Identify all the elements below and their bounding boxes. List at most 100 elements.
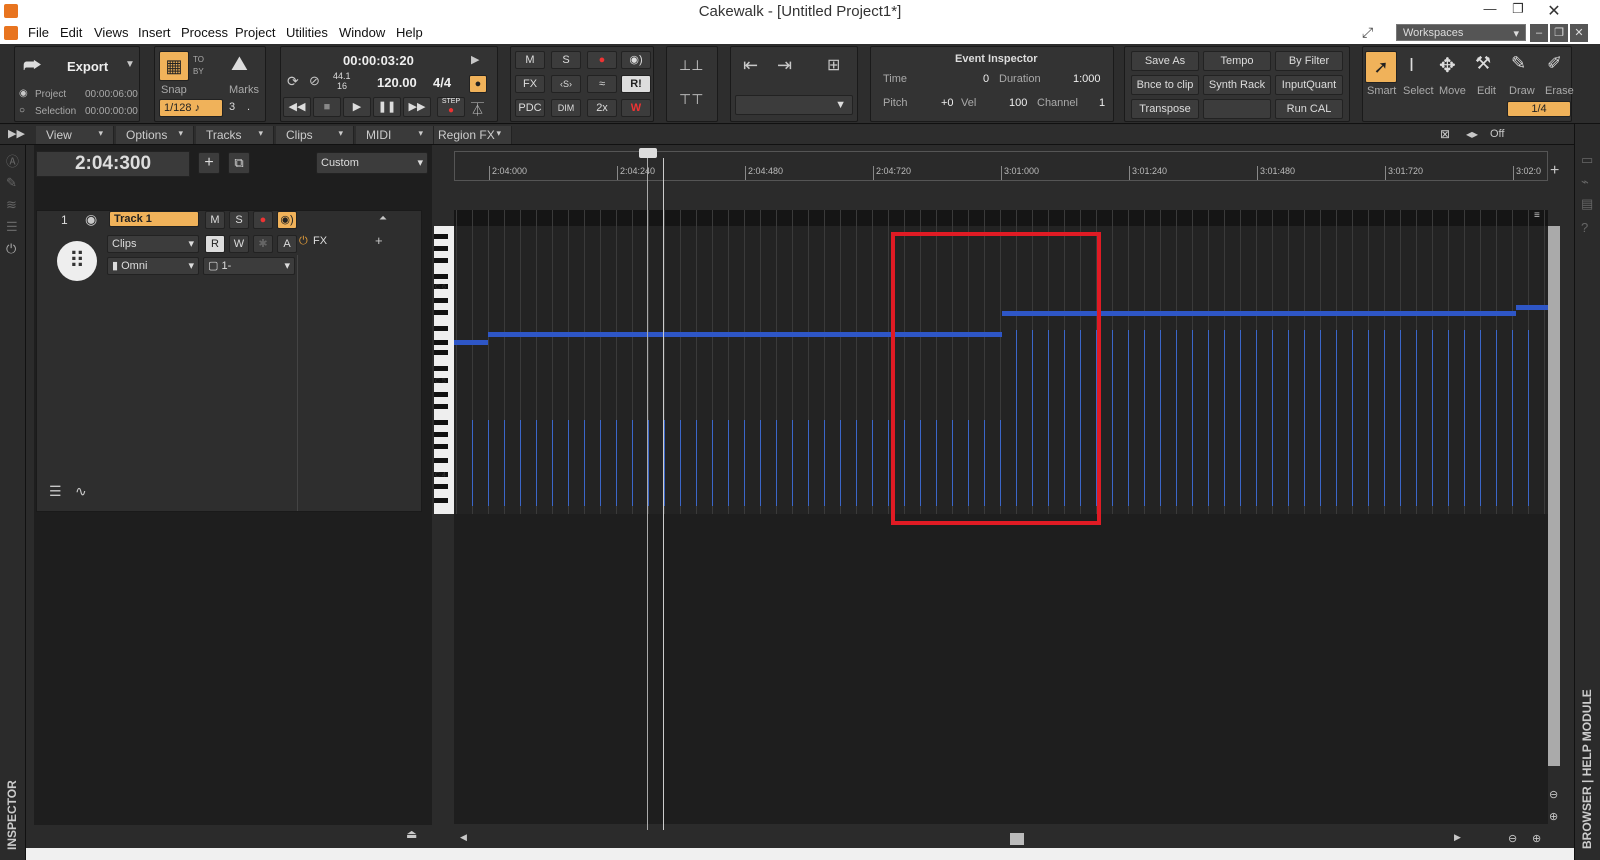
velocity-stem[interactable] (568, 420, 569, 506)
now-time-display[interactable]: 2:04:300 (36, 151, 190, 177)
velocity-stem[interactable] (1224, 330, 1225, 506)
strip-power-icon[interactable]: ⏻ (6, 241, 16, 257)
black-key[interactable] (434, 484, 448, 489)
pdc-button[interactable]: PDC (515, 99, 545, 117)
save-as-button[interactable]: Save As (1131, 51, 1199, 71)
black-key[interactable] (434, 420, 448, 425)
browser-notes-icon[interactable]: ▤ (1581, 196, 1593, 212)
black-key[interactable] (434, 310, 448, 315)
black-key[interactable] (434, 350, 448, 355)
radio-selection[interactable]: ○ (19, 105, 25, 116)
export-button[interactable]: Export (67, 59, 108, 74)
time-value[interactable]: 0 (983, 73, 989, 85)
rewind-button[interactable]: ◀◀ (283, 97, 311, 117)
velocity-stem[interactable] (840, 420, 841, 506)
duration-value[interactable]: 1:000 (1073, 73, 1101, 85)
w-automation-icon[interactable]: W (621, 99, 651, 117)
track-echo-icon[interactable]: ◉) (277, 211, 297, 229)
track-archive-button[interactable]: A (277, 235, 297, 253)
ri-button[interactable]: R! (621, 75, 651, 93)
mute-all-button[interactable]: M (515, 51, 545, 69)
black-key[interactable] (434, 340, 448, 345)
velocity-stem[interactable] (792, 420, 793, 506)
velocity-stem[interactable] (1288, 330, 1289, 506)
draw-tool-icon[interactable]: ✎ (1511, 53, 1526, 74)
velocity-stem[interactable] (760, 420, 761, 506)
velocity-stem[interactable] (824, 420, 825, 506)
velocity-stem[interactable] (600, 420, 601, 506)
envelope-icon[interactable]: ⊠ (1440, 127, 1450, 141)
expand-icon[interactable]: ⤢ (1362, 24, 1373, 41)
dim-button[interactable]: DIM (551, 99, 581, 117)
input-echo-icon[interactable]: ◉) (621, 51, 651, 69)
browser-media-icon[interactable]: ▭ (1581, 152, 1593, 168)
strip-pen-icon[interactable]: ✎ (6, 175, 17, 191)
off-label[interactable]: Off (1490, 128, 1504, 140)
snap-grid-button[interactable]: ▦ (159, 51, 189, 81)
velocity-stem[interactable] (1480, 330, 1481, 506)
pause-button[interactable]: ❚❚ (373, 97, 401, 117)
velocity-stem[interactable] (584, 420, 585, 506)
black-key[interactable] (434, 326, 448, 331)
velocity-stem[interactable] (1192, 330, 1193, 506)
transport-time[interactable]: 00:00:03:20 (343, 53, 414, 68)
punch-icon[interactable]: ⊘ (309, 73, 320, 89)
fx-bypass-button[interactable]: FX (515, 75, 545, 93)
track-write-button[interactable]: W (229, 235, 249, 253)
black-key[interactable] (434, 258, 448, 263)
strip-a-icon[interactable]: Ⓐ (6, 151, 19, 170)
empty-button[interactable] (1203, 99, 1271, 119)
menu-edit[interactable]: Edit (60, 25, 82, 40)
track-preset-select[interactable]: Custom ▾ (316, 152, 428, 174)
loop-icon[interactable]: ⟳ (287, 73, 299, 90)
midi-menu[interactable]: MIDI ▾ (356, 126, 434, 144)
scroll-left-icon[interactable]: ◀ (460, 832, 467, 843)
velocity-stem[interactable] (1416, 330, 1417, 506)
velocity-stem[interactable] (1208, 330, 1209, 506)
black-key[interactable] (434, 432, 448, 437)
export-dropdown-icon[interactable]: ▼ (125, 59, 135, 70)
edit-tool-icon[interactable]: ⚒ (1475, 53, 1491, 74)
aim-assist-icon[interactable]: ◂▸ (1466, 127, 1478, 141)
menu-insert[interactable]: Insert (138, 25, 171, 40)
velocity-stem[interactable] (1176, 330, 1177, 506)
snap-value-select[interactable]: 1/128 ♪ (159, 99, 223, 117)
black-key[interactable] (434, 392, 448, 397)
velocity-stem[interactable] (1384, 330, 1385, 506)
close-icon[interactable]: ✕ (1540, 1, 1568, 21)
piano-keyboard[interactable]: C 6 C 5 C 4 (434, 226, 454, 514)
duplicate-track-icon[interactable]: ⧉ (228, 152, 250, 174)
menu-project[interactable]: Project (235, 25, 275, 40)
add-fx-icon[interactable]: + (375, 233, 383, 248)
zoom-in-vertical-icon[interactable]: ⊕ (1549, 810, 1558, 823)
radio-project[interactable]: ◉ (19, 88, 28, 99)
tempo-button[interactable]: Tempo (1203, 51, 1271, 71)
vertical-scroll-thumb[interactable] (1548, 226, 1560, 766)
velocity-stem[interactable] (1432, 330, 1433, 506)
add-ruler-icon[interactable]: + (1550, 162, 1559, 180)
play-button[interactable]: ▶ (343, 97, 371, 117)
loop-start-icon[interactable]: ⊥⊥ (679, 57, 703, 74)
strip-list-icon[interactable]: ☰ (6, 219, 18, 235)
zoom-in-horizontal-icon[interactable]: ⊕ (1532, 832, 1541, 845)
horizontal-scroll-thumb[interactable] (1010, 833, 1024, 845)
step-record-button[interactable]: STEP ● (437, 97, 465, 117)
time-ruler[interactable]: 2:04:000 2:04:240 2:04:480 2:04:720 3:01… (454, 148, 1548, 181)
play-small-icon[interactable]: ▶ (471, 53, 479, 66)
browser-plugins-icon[interactable]: ⌁ (1581, 174, 1589, 190)
track-solo-button[interactable]: S (229, 211, 249, 229)
velocity-stem[interactable] (504, 420, 505, 506)
channel-select[interactable]: ▢ 1- ▾ (203, 257, 295, 275)
help-icon[interactable]: ? (1581, 220, 1588, 235)
horizontal-scrollbar[interactable]: ◀ ▶ (454, 832, 1464, 846)
mdi-minimize-icon[interactable]: – (1530, 24, 1548, 42)
vel-value[interactable]: 100 (1009, 97, 1027, 109)
input-quant-button[interactable]: InputQuant (1275, 75, 1343, 95)
zoom-out-horizontal-icon[interactable]: ⊖ (1508, 832, 1517, 845)
add-track-button[interactable]: + (198, 152, 220, 174)
expand-inspector-icon[interactable]: ▶▶ (8, 127, 25, 140)
velocity-stem[interactable] (1128, 330, 1129, 506)
velocity-stem[interactable] (1240, 330, 1241, 506)
strip-wave-icon[interactable]: ≋ (6, 197, 17, 213)
smart-tool-icon[interactable]: ➚ (1365, 51, 1397, 83)
